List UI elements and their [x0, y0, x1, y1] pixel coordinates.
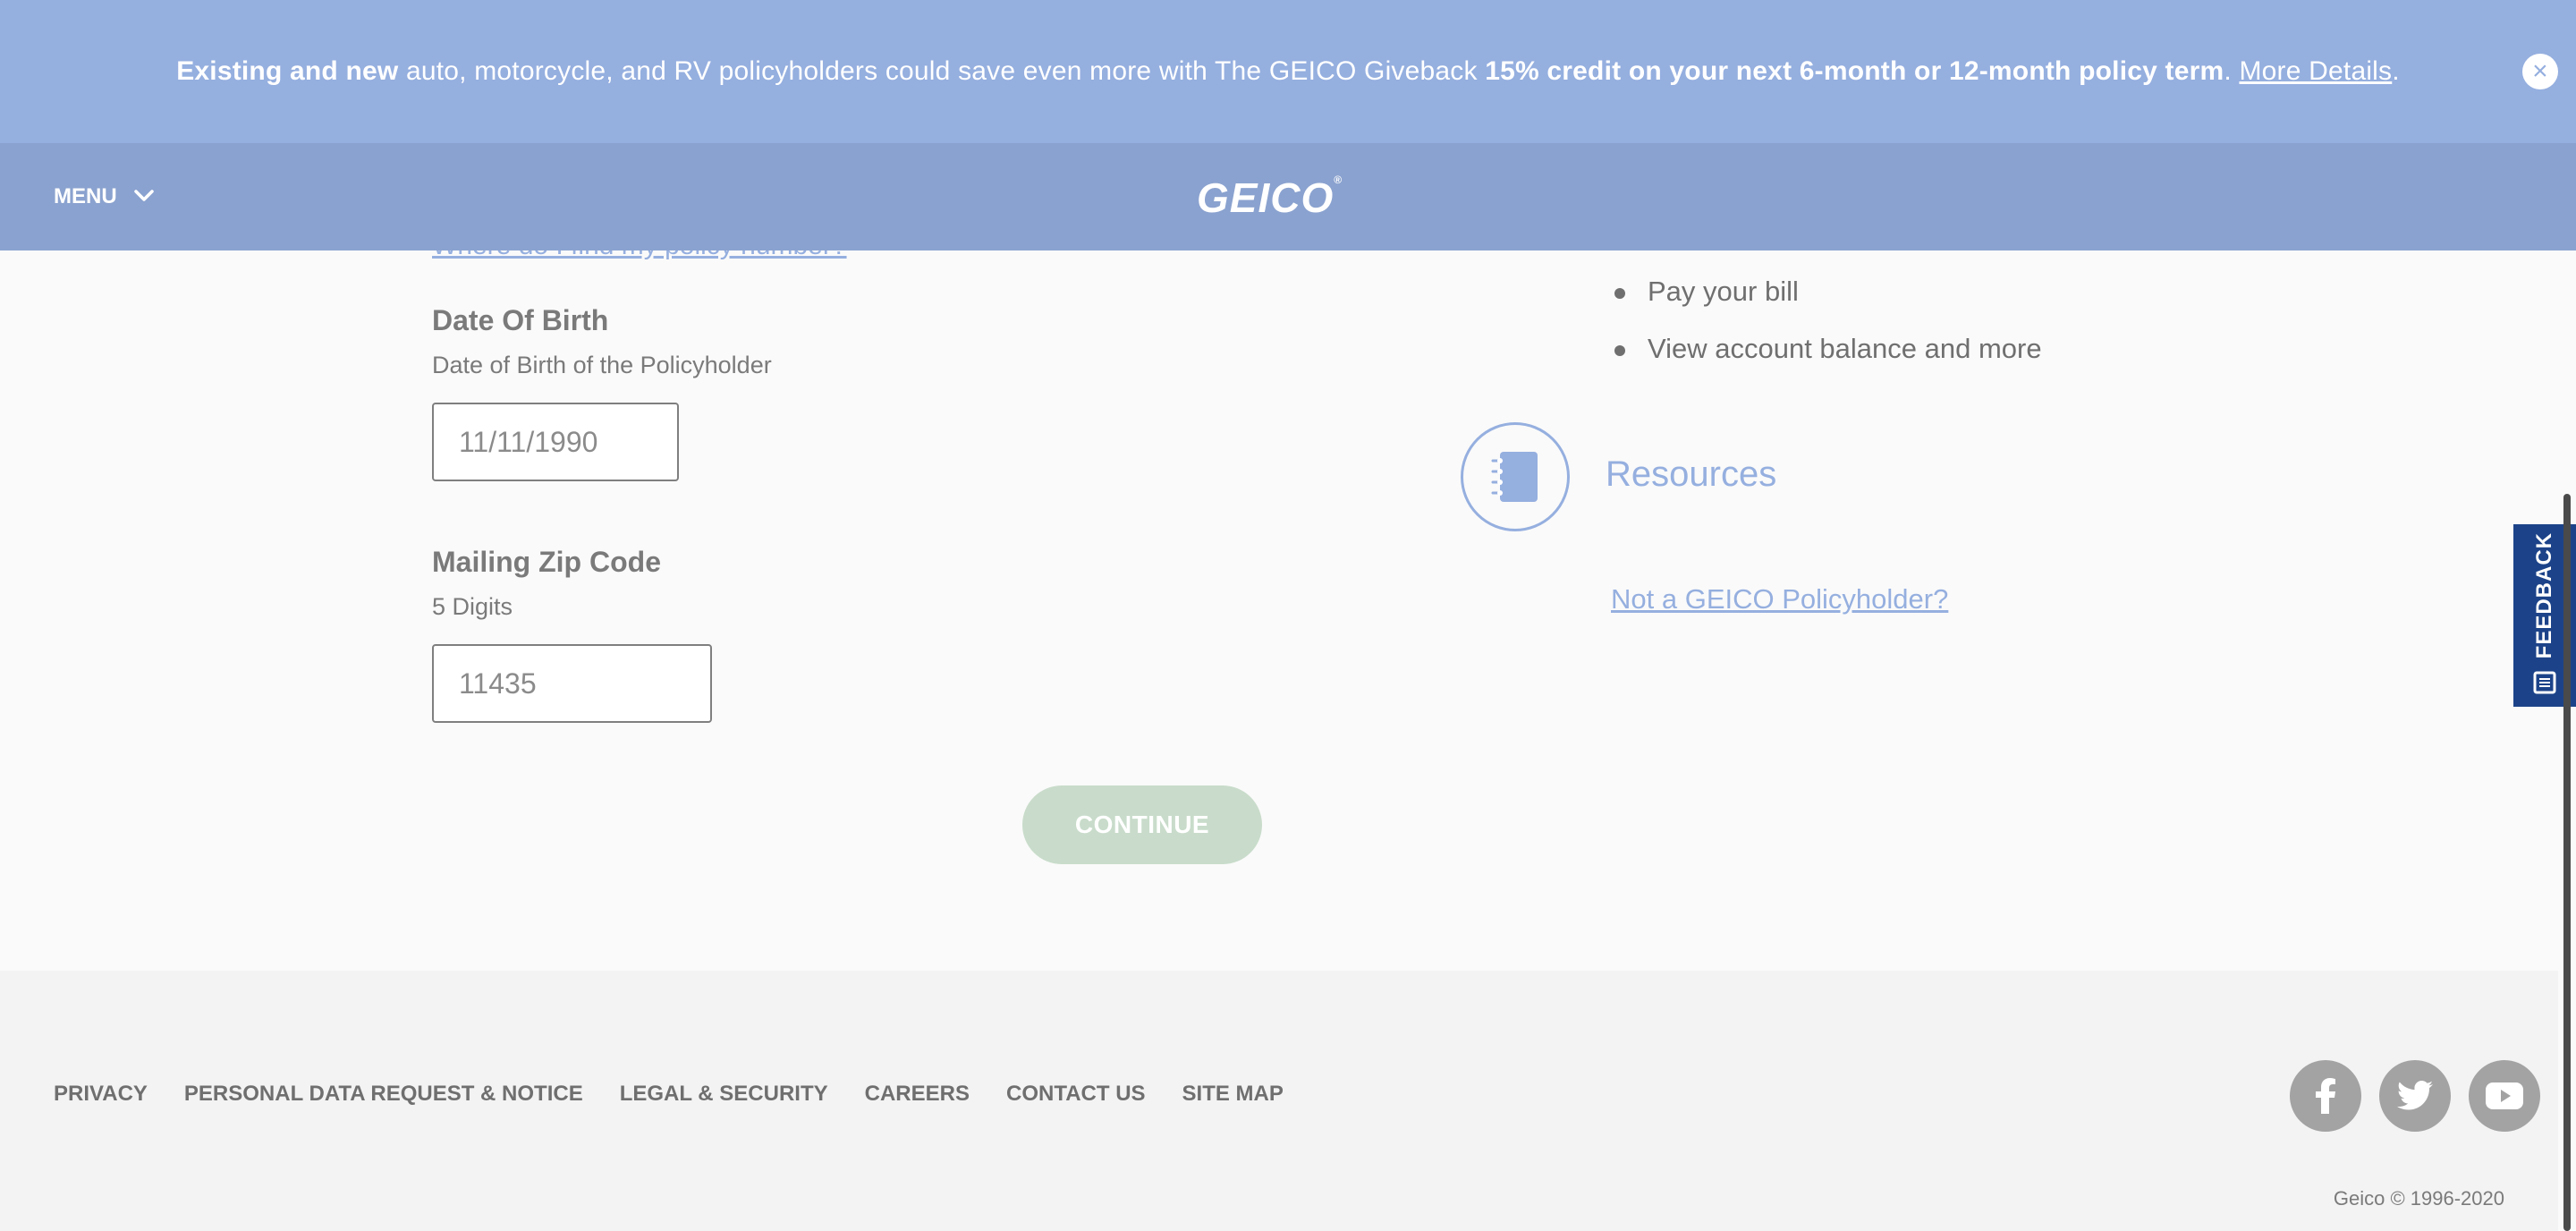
- chevron-down-icon: [133, 184, 155, 209]
- zip-input[interactable]: [432, 644, 712, 723]
- twitter-icon[interactable]: [2379, 1060, 2451, 1132]
- site-footer: PRIVACY PERSONAL DATA REQUEST & NOTICE L…: [0, 971, 2558, 1231]
- account-benefits-list: Pay your bill View account balance and m…: [1610, 267, 2042, 381]
- notebook-icon: [1461, 422, 1570, 531]
- logo-mark: ®: [1334, 174, 1343, 186]
- social-links: [2290, 1060, 2540, 1132]
- footer-link-privacy[interactable]: PRIVACY: [54, 1082, 148, 1107]
- zip-label: Mailing Zip Code: [432, 546, 661, 578]
- promo-text: Existing and new auto, motorcycle, and R…: [176, 56, 2400, 87]
- list-item: Pay your bill: [1610, 267, 2042, 324]
- copyright: Geico © 1996-2020: [2333, 1187, 2504, 1210]
- menu-button[interactable]: MENU: [54, 179, 155, 215]
- list-item: View account balance and more: [1610, 324, 2042, 381]
- facebook-icon[interactable]: [2290, 1060, 2361, 1132]
- not-policyholder-link[interactable]: Not a GEICO Policyholder?: [1611, 583, 1948, 616]
- promo-period: .: [2224, 56, 2232, 86]
- footer-link-personal-data[interactable]: PERSONAL DATA REQUEST & NOTICE: [184, 1082, 583, 1107]
- geico-logo[interactable]: GEICO®: [1197, 174, 1343, 221]
- promo-bold-credit: 15% credit on your next 6-month or 12-mo…: [1485, 56, 2224, 86]
- promo-banner: Existing and new auto, motorcycle, and R…: [0, 0, 2576, 143]
- menu-label: MENU: [54, 184, 117, 208]
- footer-links: PRIVACY PERSONAL DATA REQUEST & NOTICE L…: [54, 1082, 1284, 1107]
- zip-help: 5 Digits: [432, 593, 513, 620]
- scrollbar-thumb[interactable]: [2563, 494, 2571, 1231]
- logo-text: GEICO: [1197, 174, 1335, 221]
- footer-link-site-map[interactable]: SITE MAP: [1182, 1082, 1284, 1107]
- promo-middle: auto, motorcycle, and RV policyholders c…: [398, 56, 1486, 86]
- footer-link-contact-us[interactable]: CONTACT US: [1006, 1082, 1146, 1107]
- feedback-label: FEEDBACK: [2532, 531, 2556, 659]
- promo-bold-start: Existing and new: [176, 56, 399, 86]
- feedback-icon: [2533, 671, 2556, 699]
- promo-end: .: [2392, 56, 2400, 86]
- dob-label: Date Of Birth: [432, 304, 609, 336]
- youtube-icon[interactable]: [2469, 1060, 2540, 1132]
- more-details-link[interactable]: More Details: [2239, 56, 2392, 86]
- footer-link-careers[interactable]: CAREERS: [865, 1082, 970, 1107]
- dob-help: Date of Birth of the Policyholder: [432, 352, 772, 378]
- resources-label: Resources: [1606, 454, 1777, 494]
- continue-button[interactable]: CONTINUE: [1022, 785, 1262, 864]
- dob-input[interactable]: [432, 403, 679, 481]
- close-icon[interactable]: ×: [2522, 54, 2558, 89]
- footer-link-legal-security[interactable]: LEGAL & SECURITY: [620, 1082, 828, 1107]
- site-header: MENU GEICO®: [0, 143, 2576, 250]
